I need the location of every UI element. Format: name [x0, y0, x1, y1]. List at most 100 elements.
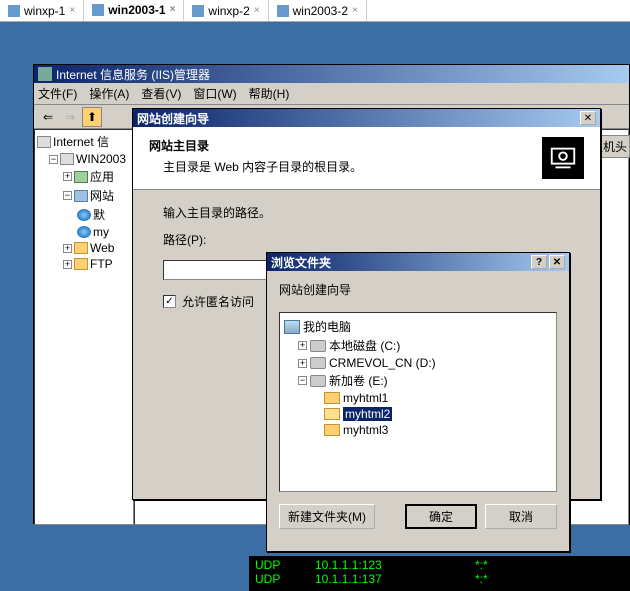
monitor-icon — [192, 5, 204, 17]
anon-label: 允许匿名访问 — [182, 293, 254, 310]
disk-icon — [310, 375, 326, 387]
wizard-title-bar[interactable]: 网站创建向导 ✕ — [133, 109, 600, 127]
term-foreign-addr: *:* — [475, 572, 488, 586]
command-prompt[interactable]: UDP 10.1.1.1:123 *:* UDP 10.1.1.1:137 *:… — [249, 556, 630, 591]
new-folder-button[interactable]: 新建文件夹(M) — [279, 504, 375, 529]
folder-icon — [324, 392, 340, 404]
iis-title-text: Internet 信息服务 (IIS)管理器 — [56, 66, 210, 83]
menu-action[interactable]: 操作(A) — [89, 85, 129, 102]
tree-app-pools[interactable]: + 应用 — [37, 167, 131, 186]
expand-icon[interactable]: + — [298, 359, 307, 368]
tree-label: FTP — [90, 257, 113, 271]
expand-icon[interactable]: + — [63, 260, 72, 269]
folder-icon — [74, 242, 88, 254]
menu-window[interactable]: 窗口(W) — [193, 85, 236, 102]
monitor-icon — [8, 5, 20, 17]
tree-web-ext[interactable]: + Web — [37, 240, 131, 256]
vm-tab-winxp-1[interactable]: winxp-1 × — [0, 0, 84, 21]
tree-site-item[interactable]: my — [37, 224, 131, 240]
back-button[interactable]: ⇐ — [38, 107, 58, 127]
tree-disk-c[interactable]: + 本地磁盘 (C:) — [284, 336, 552, 355]
menu-bar: 文件(F) 操作(A) 查看(V) 窗口(W) 帮助(H) — [34, 83, 629, 105]
vm-tab-win2003-2[interactable]: win2003-2 × — [269, 0, 367, 21]
tree-websites[interactable]: − 网站 — [37, 186, 131, 205]
monitor-icon — [277, 5, 289, 17]
tree-root[interactable]: Internet 信 — [37, 132, 131, 151]
tree-label: 网站 — [90, 187, 114, 204]
tree-label: WIN2003 — [76, 152, 126, 166]
close-icon[interactable]: × — [254, 5, 260, 16]
vm-tab-winxp-2[interactable]: winxp-2 × — [184, 0, 268, 21]
vm-tab-label: winxp-2 — [208, 4, 249, 18]
tree-my-computer[interactable]: 我的电脑 — [284, 317, 552, 336]
folder-open-icon — [324, 408, 340, 420]
browse-title-text: 浏览文件夹 — [271, 254, 331, 271]
tree-label: 本地磁盘 (C:) — [329, 337, 400, 354]
globe-icon — [77, 209, 91, 221]
iis-tree-panel[interactable]: Internet 信 − WIN2003 + 应用 − 网站 默 — [34, 129, 134, 525]
menu-file[interactable]: 文件(F) — [38, 85, 77, 102]
disk-icon — [310, 340, 326, 352]
forward-button: ⇒ — [60, 107, 80, 127]
up-button[interactable]: ⬆ — [82, 107, 102, 127]
wizard-icon — [542, 137, 584, 179]
tree-folder-myhtml3[interactable]: myhtml3 — [284, 422, 552, 438]
tree-label: myhtml1 — [343, 391, 388, 405]
wizard-title-text: 网站创建向导 — [137, 110, 209, 127]
term-local-addr: 10.1.1.1:123 — [315, 558, 475, 572]
path-label: 路径(P): — [163, 231, 570, 248]
vm-tab-win2003-1[interactable]: win2003-1 × — [84, 0, 184, 21]
vm-tab-label: win2003-1 — [108, 3, 165, 17]
close-button[interactable]: ✕ — [580, 111, 596, 125]
monitor-icon — [92, 4, 104, 16]
anon-checkbox[interactable]: ✓ — [163, 295, 176, 308]
tree-label: 我的电脑 — [303, 318, 351, 335]
expand-icon[interactable]: + — [63, 172, 72, 181]
collapse-icon[interactable]: − — [63, 191, 72, 200]
folder-icon — [324, 424, 340, 436]
cancel-button[interactable]: 取消 — [485, 504, 557, 529]
computer-icon — [60, 153, 74, 165]
wizard-intro: 输入主目录的路径。 — [163, 204, 570, 221]
expand-icon[interactable]: + — [298, 341, 307, 350]
tree-label: 新加卷 (E:) — [329, 372, 388, 389]
tree-label: 默 — [93, 206, 105, 223]
tree-ftp[interactable]: + FTP — [37, 256, 131, 272]
wizard-subheading: 主目录是 Web 内容子目录的根目录。 — [149, 158, 362, 175]
tree-server[interactable]: − WIN2003 — [37, 151, 131, 167]
tree-label-selected: myhtml2 — [343, 407, 392, 421]
close-icon[interactable]: × — [69, 5, 75, 16]
folder-icon — [74, 258, 88, 270]
ok-button[interactable]: 确定 — [405, 504, 477, 529]
folder-tree[interactable]: 我的电脑 + 本地磁盘 (C:) + CRMEVOL_CN (D:) − 新加卷… — [279, 312, 557, 492]
collapse-icon[interactable]: − — [298, 376, 307, 385]
tree-label: 应用 — [90, 168, 114, 185]
browse-title-bar[interactable]: 浏览文件夹 ? ✕ — [267, 253, 569, 271]
wizard-header: 网站主目录 主目录是 Web 内容子目录的根目录。 — [133, 127, 600, 190]
tree-disk-e[interactable]: − 新加卷 (E:) — [284, 371, 552, 390]
vm-tab-label: win2003-2 — [293, 4, 348, 18]
tree-label: my — [93, 225, 109, 239]
menu-help[interactable]: 帮助(H) — [249, 85, 290, 102]
disk-icon — [310, 357, 326, 369]
term-foreign-addr: *:* — [475, 558, 488, 572]
expand-icon[interactable]: + — [63, 244, 72, 253]
vm-tab-label: winxp-1 — [24, 4, 65, 18]
server-icon — [37, 136, 51, 148]
tree-site-item[interactable]: 默 — [37, 205, 131, 224]
iis-title-bar[interactable]: Internet 信息服务 (IIS)管理器 — [34, 65, 629, 83]
vm-tab-bar: winxp-1 × win2003-1 × winxp-2 × win2003-… — [0, 0, 630, 22]
sites-icon — [74, 190, 88, 202]
tree-folder-myhtml2[interactable]: myhtml2 — [284, 406, 552, 422]
close-button[interactable]: ✕ — [549, 255, 565, 269]
close-icon[interactable]: × — [352, 5, 358, 16]
browse-folder-dialog: 浏览文件夹 ? ✕ 网站创建向导 我的电脑 + 本地磁盘 (C:) + CRME… — [266, 252, 570, 552]
collapse-icon[interactable]: − — [49, 155, 58, 164]
tree-disk-d[interactable]: + CRMEVOL_CN (D:) — [284, 355, 552, 371]
menu-view[interactable]: 查看(V) — [141, 85, 181, 102]
close-icon[interactable]: × — [170, 4, 176, 15]
app-pool-icon — [74, 171, 88, 183]
browse-prompt: 网站创建向导 — [279, 281, 557, 298]
tree-folder-myhtml1[interactable]: myhtml1 — [284, 390, 552, 406]
help-button[interactable]: ? — [531, 255, 547, 269]
